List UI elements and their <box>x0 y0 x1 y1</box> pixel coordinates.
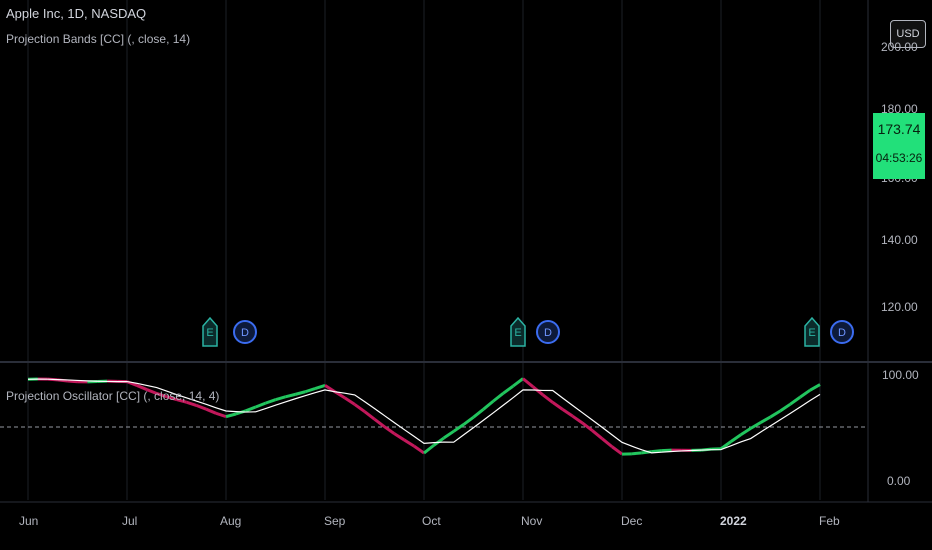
osc-segment <box>779 402 792 413</box>
osc-segment <box>502 384 514 395</box>
time-label-2022: 2022 <box>720 514 747 528</box>
osc-segment <box>304 387 316 394</box>
osc-segment <box>413 444 425 455</box>
osc-segment <box>275 395 286 402</box>
osc-segment <box>245 405 257 413</box>
marker-letter: D <box>544 327 552 339</box>
osc-segment <box>611 445 623 456</box>
osc-segment <box>403 438 415 448</box>
osc-label-0: 0.00 <box>887 474 911 488</box>
time-label-feb: Feb <box>819 514 840 528</box>
marker-letter: D <box>838 327 846 339</box>
osc-segment <box>809 383 821 392</box>
osc-segment <box>393 432 406 442</box>
osc-segment <box>551 401 564 411</box>
osc-segment <box>363 410 376 421</box>
indicator-oscillator-label[interactable]: Projection Oscillator [CC] (, close, 14,… <box>6 389 219 403</box>
osc-segment <box>383 425 396 435</box>
osc-segment <box>195 403 207 411</box>
price-label-140: 140.00 <box>881 233 918 247</box>
osc-segment <box>541 393 554 404</box>
osc-segment <box>571 414 584 425</box>
osc-segment <box>255 401 267 409</box>
osc-segment <box>651 449 662 454</box>
time-label-aug: Aug <box>220 514 242 528</box>
osc-segment <box>353 403 366 413</box>
osc-segment <box>759 415 772 424</box>
osc-segment <box>492 392 505 403</box>
osc-segment <box>423 444 435 455</box>
osc-segment <box>452 423 465 433</box>
current-price-badge: 173.74 04:53:26 <box>873 113 925 179</box>
chart-canvas[interactable]: EDEDED <box>0 0 932 550</box>
chart-title: Apple Inc, 1D, NASDAQ <box>6 6 147 21</box>
osc-segment <box>591 429 604 440</box>
osc-segment <box>205 407 217 415</box>
osc-segment <box>265 398 276 405</box>
osc-segment <box>294 390 306 396</box>
time-label-sep: Sep <box>324 514 346 528</box>
osc-segment <box>769 409 782 419</box>
osc-segment <box>730 433 742 443</box>
osc-segment <box>373 418 386 428</box>
dividend-marker[interactable]: D <box>536 320 560 344</box>
osc-segment <box>789 395 802 406</box>
osc-segment <box>343 396 356 406</box>
dividend-marker[interactable]: D <box>830 320 854 344</box>
bar-countdown: 04:53:26 <box>875 151 923 165</box>
time-label-jun: Jun <box>19 514 39 528</box>
marker-letter: E <box>514 327 521 339</box>
osc-segment <box>462 416 475 426</box>
price-label-200: 200.00 <box>881 40 918 54</box>
time-label-nov: Nov <box>521 514 543 528</box>
osc-segment <box>799 388 811 399</box>
osc-segment <box>601 437 614 448</box>
osc-segment <box>67 379 78 384</box>
osc-segment <box>739 427 752 436</box>
time-label-jul: Jul <box>122 514 138 528</box>
time-label-oct: Oct <box>422 514 441 528</box>
marker-letter: E <box>808 327 815 339</box>
earnings-marker[interactable]: E <box>804 316 820 347</box>
time-label-dec: Dec <box>621 514 643 528</box>
earnings-marker[interactable]: E <box>202 316 218 347</box>
osc-segment <box>561 408 574 418</box>
osc-segment <box>512 377 524 388</box>
osc-segment <box>314 383 326 390</box>
marker-letter: E <box>206 327 213 339</box>
osc-segment <box>225 412 237 419</box>
osc-segment <box>482 399 495 411</box>
osc-segment <box>472 408 485 419</box>
osc-segment <box>522 377 534 388</box>
osc-segment <box>631 451 642 456</box>
current-price: 173.74 <box>877 121 921 137</box>
osc-segment <box>285 392 296 399</box>
dividend-marker[interactable]: D <box>233 320 257 344</box>
indicator-bands-label[interactable]: Projection Bands [CC] (, close, 14) <box>6 32 190 46</box>
price-label-120: 120.00 <box>881 300 918 314</box>
marker-letter: D <box>241 327 249 339</box>
osc-segment <box>442 430 455 440</box>
osc-label-100: 100.00 <box>882 368 919 382</box>
osc-segment <box>215 411 227 419</box>
